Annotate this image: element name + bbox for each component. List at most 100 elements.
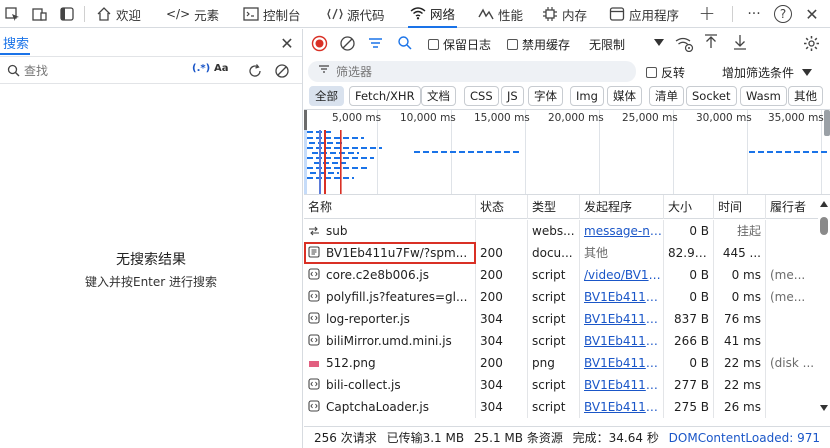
type-filter-socket[interactable]: Socket xyxy=(686,86,737,106)
table-row[interactable]: log-reporter.js 304 script BV1Eb411u7F 837 B… xyxy=(304,308,818,330)
throttle-select[interactable]: 无限制 xyxy=(589,36,625,53)
request-time: 76 ms xyxy=(714,308,766,330)
column-header-time[interactable]: 时间 xyxy=(714,195,766,219)
type-filter-img[interactable]: Img xyxy=(570,86,604,106)
search-icon[interactable] xyxy=(396,34,414,52)
clear-icon[interactable] xyxy=(273,62,290,79)
column-header-size[interactable]: 大小 xyxy=(664,195,714,219)
table-row[interactable]: polyfill.js?features=gl... 200 script BV1Eb… xyxy=(304,286,818,308)
add-tab-button[interactable]: + xyxy=(697,1,717,25)
network-overview[interactable]: 5,000 ms 10,000 ms 15,000 ms 20,000 ms 2… xyxy=(304,109,830,195)
device-emulation-icon[interactable] xyxy=(31,6,47,22)
resource-type-filters: 全部 Fetch/XHR 文档 CSS JS 字体 Img 媒体 清单 Sock… xyxy=(306,86,830,106)
chevron-down-icon[interactable] xyxy=(653,37,665,49)
sources-icon xyxy=(327,8,343,20)
checkbox-box[interactable] xyxy=(507,39,518,50)
search-panel-header: 搜索 ✕ xyxy=(0,29,302,57)
tab-memory[interactable]: 内存 xyxy=(542,0,587,28)
type-filter-all[interactable]: 全部 xyxy=(309,86,344,106)
preserve-log-checkbox[interactable]: 保留日志 xyxy=(428,36,491,53)
request-initiator[interactable]: BV1Eb411u7F xyxy=(580,286,664,308)
type-filter-other[interactable]: 其他 xyxy=(788,86,823,106)
table-row[interactable]: biliMirror.umd.mini.js 304 script BV1Eb411u… xyxy=(304,330,818,352)
checkbox-box[interactable] xyxy=(646,67,657,78)
inspect-element-icon[interactable] xyxy=(4,6,20,22)
table-scrollbar[interactable] xyxy=(818,195,830,425)
request-initiator[interactable]: message-noti xyxy=(580,220,664,242)
table-row[interactable]: core.c2e8b006.js 200 script/video/BV1Eb 0 B… xyxy=(304,264,818,286)
tab-sources[interactable]: 源代码 xyxy=(327,0,385,28)
checkbox-box[interactable] xyxy=(428,39,439,50)
close-icon[interactable]: ✕ xyxy=(278,34,296,53)
column-header-type[interactable]: 类型 xyxy=(528,195,580,219)
type-filter-fetch-xhr[interactable]: Fetch/XHR xyxy=(349,86,421,106)
type-filter-font[interactable]: 字体 xyxy=(528,86,563,106)
request-time: 445 ... xyxy=(714,242,766,264)
overview-scroll-handle[interactable] xyxy=(824,110,830,136)
column-header-name[interactable]: 名称 xyxy=(304,195,476,219)
toggle-panel-icon[interactable] xyxy=(59,6,75,22)
table-row[interactable]: CaptchaLoader.js 304 script BV1Eb411u7F 275 … xyxy=(304,396,818,418)
request-size: 266 B xyxy=(664,330,714,352)
table-row[interactable]: bili-collect.js 304 script BV1Eb411u7F 277 B… xyxy=(304,374,818,396)
request-status: 304 xyxy=(476,330,528,352)
empty-results-hint: 键入并按Enter 进行搜索 xyxy=(84,275,218,289)
table-row[interactable]: 512.png 200 png BV1Eb411u7F 0 B 22 ms (disk ..… xyxy=(304,352,818,374)
tab-elements[interactable]: </> 元素 xyxy=(166,0,219,28)
tab-performance[interactable]: 性能 xyxy=(478,0,523,28)
request-initiator[interactable]: BV1Eb411u7F xyxy=(580,330,664,352)
filter-input-box[interactable] xyxy=(308,61,636,82)
request-type: script xyxy=(528,396,580,418)
request-initiator[interactable]: /video/BV1Eb xyxy=(580,264,664,286)
tab-console[interactable]: 控制台 xyxy=(243,0,301,28)
record-button[interactable] xyxy=(310,34,328,52)
settings-gear-icon[interactable] xyxy=(802,34,820,52)
type-filter-doc[interactable]: 文档 xyxy=(421,86,456,106)
match-case-toggle[interactable]: Aa xyxy=(214,63,229,74)
tab-label: 元素 xyxy=(194,7,220,23)
type-filter-js[interactable]: JS xyxy=(501,86,524,106)
more-filters-dropdown[interactable]: 增加筛选条件 xyxy=(722,64,812,81)
chevron-down-icon xyxy=(801,69,812,76)
import-har-icon[interactable] xyxy=(703,33,719,51)
help-button[interactable]: ? xyxy=(774,5,792,23)
requests-table: 名称 状态 类型 发起程序 大小 时间 履行者 sub webs... messag… xyxy=(304,195,818,425)
type-filter-css[interactable]: CSS xyxy=(464,86,499,106)
type-filter-media[interactable]: 媒体 xyxy=(607,86,642,106)
disable-cache-checkbox[interactable]: 禁用缓存 xyxy=(507,36,570,53)
tab-network[interactable]: 网络 xyxy=(408,0,458,28)
filter-toggle-icon[interactable] xyxy=(366,34,384,52)
request-initiator[interactable]: BV1Eb411u7F xyxy=(580,374,664,396)
type-filter-manifest[interactable]: 清单 xyxy=(649,86,684,106)
export-har-icon[interactable] xyxy=(732,33,748,51)
tab-application[interactable]: 应用程序 xyxy=(609,0,679,28)
request-name: polyfill.js?features=gl... xyxy=(304,286,476,308)
filter-input[interactable] xyxy=(336,63,616,80)
clear-log-icon[interactable] xyxy=(338,34,356,52)
column-header-status[interactable]: 状态 xyxy=(476,195,528,219)
column-header-fulfilled-by[interactable]: 履行者 xyxy=(766,195,818,219)
close-devtools-button[interactable]: ✕ xyxy=(802,4,822,24)
search-tab[interactable]: 搜索 xyxy=(0,33,30,55)
request-initiator[interactable]: BV1Eb411u7F xyxy=(580,396,664,418)
table-row[interactable]: sub webs... message-noti 0 B 挂起 xyxy=(304,220,818,242)
column-header-initiator[interactable]: 发起程序 xyxy=(580,195,664,219)
request-name-label: polyfill.js?features=gl... xyxy=(326,290,468,304)
tab-welcome[interactable]: 欢迎 xyxy=(96,0,141,28)
more-options-button[interactable]: ··· xyxy=(744,4,764,24)
request-size: 0 B xyxy=(664,264,714,286)
table-row[interactable]: BV1Eb411u7Fw/?spm... 200 docu... 其他 82.9 ...… xyxy=(304,242,818,264)
refresh-icon[interactable] xyxy=(246,62,263,79)
network-conditions-icon[interactable] xyxy=(674,35,694,52)
request-initiator[interactable]: BV1Eb411u7F xyxy=(580,352,664,374)
request-name: core.c2e8b006.js xyxy=(304,264,476,286)
request-size: 277 B xyxy=(664,374,714,396)
table-header: 名称 状态 类型 发起程序 大小 时间 履行者 xyxy=(304,195,818,219)
type-filter-wasm[interactable]: Wasm xyxy=(740,86,787,106)
tab-label: 控制台 xyxy=(263,7,301,23)
request-initiator[interactable]: BV1Eb411u7F xyxy=(580,308,664,330)
regex-toggle[interactable]: (.*) xyxy=(192,63,210,74)
request-fulfilled xyxy=(766,330,818,352)
search-input[interactable] xyxy=(24,61,184,80)
invert-checkbox[interactable]: 反转 xyxy=(646,64,685,81)
